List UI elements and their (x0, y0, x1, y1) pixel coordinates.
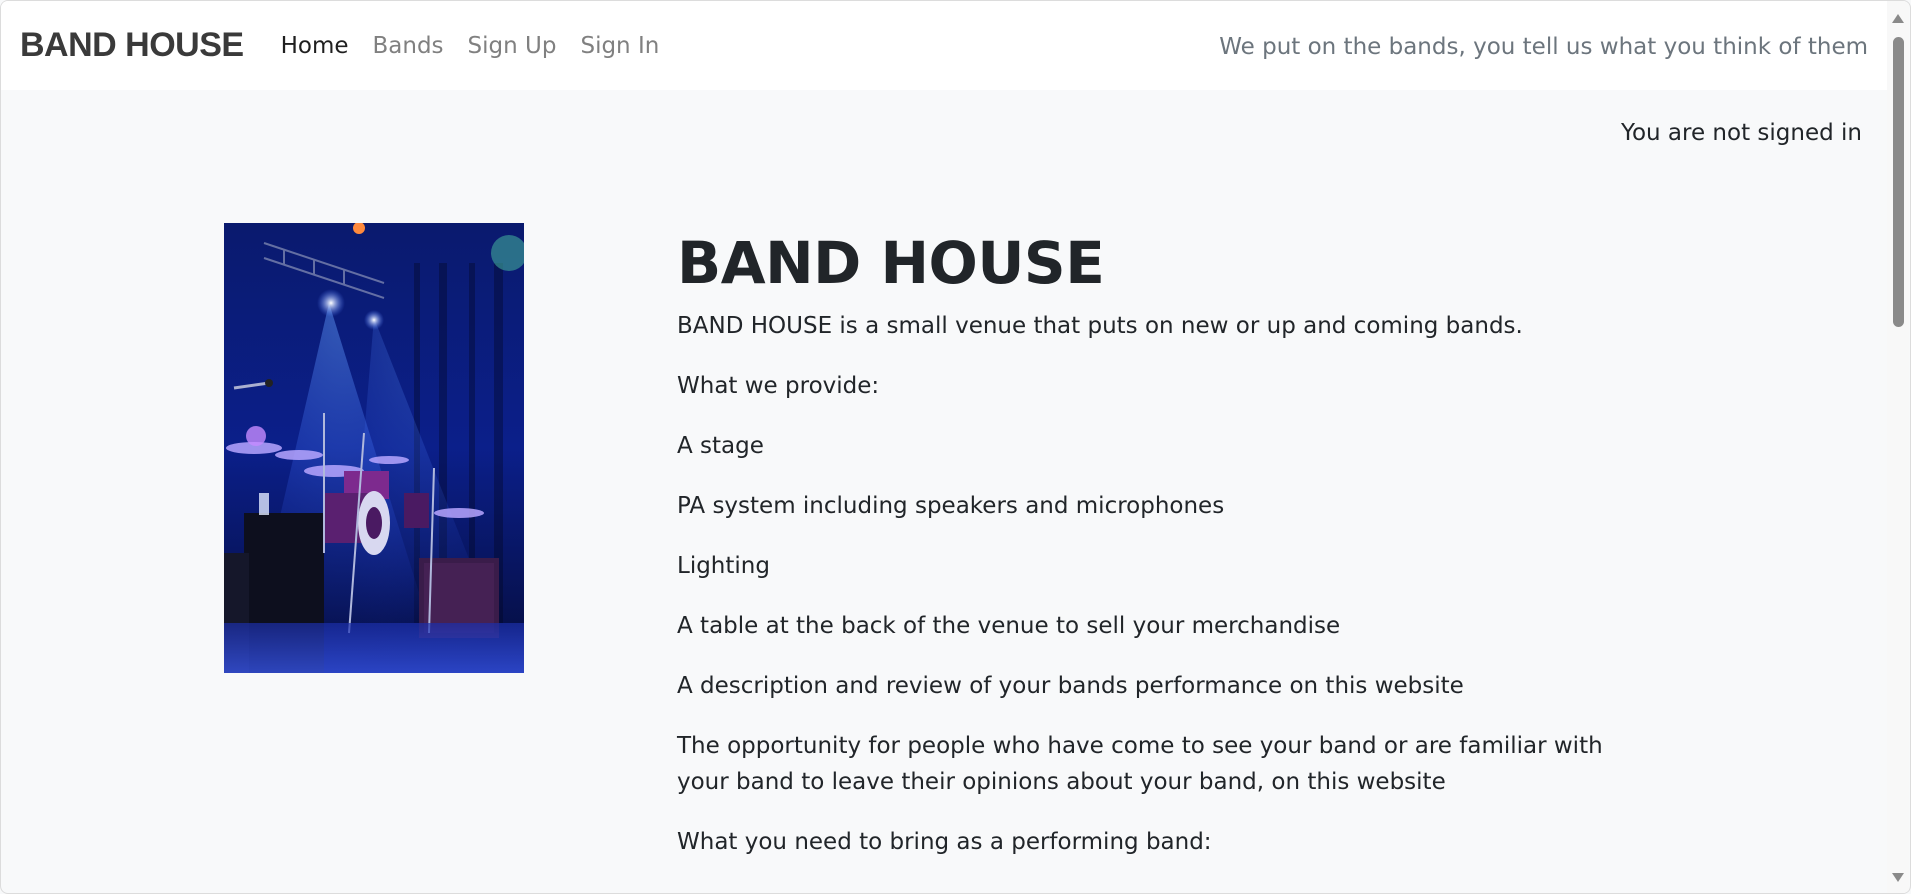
provide-item: Lighting (677, 553, 770, 579)
scroll-up-icon[interactable] (1892, 14, 1904, 23)
provide-item: A stage (677, 433, 764, 459)
scroll-down-icon[interactable] (1892, 873, 1904, 882)
vertical-scrollbar[interactable] (1887, 1, 1909, 893)
scroll-thumb[interactable] (1893, 37, 1904, 327)
page-title: BAND HOUSE (677, 229, 1105, 297)
nav-link-bands[interactable]: Bands (373, 33, 444, 59)
nav-link-sign-up[interactable]: Sign Up (468, 33, 557, 59)
top-navbar: BAND HOUSE Home Bands Sign Up Sign In We… (1, 1, 1887, 90)
intro-paragraph: BAND HOUSE is a small venue that puts on… (677, 313, 1523, 339)
provide-item: A description and review of your bands p… (677, 673, 1464, 699)
bring-heading: What you need to bring as a performing b… (677, 829, 1212, 855)
provide-item: PA system including speakers and microph… (677, 493, 1225, 519)
stage-photo (224, 223, 524, 673)
provide-heading: What we provide: (677, 373, 880, 399)
provide-item: A table at the back of the venue to sell… (677, 613, 1341, 639)
signin-status-text: You are not signed in (1620, 120, 1862, 146)
browser-viewport: BAND HOUSE Home Bands Sign Up Sign In We… (0, 0, 1911, 894)
navbar-tagline: We put on the bands, you tell us what yo… (1219, 34, 1868, 60)
main-content: BAND HOUSE BAND HOUSE is a small venue t… (677, 228, 1657, 884)
provide-item: The opportunity for people who have come… (677, 733, 1603, 795)
brand-logo[interactable]: BAND HOUSE (20, 26, 244, 65)
nav-link-home[interactable]: Home (281, 33, 349, 59)
nav-link-sign-in[interactable]: Sign In (580, 33, 659, 59)
